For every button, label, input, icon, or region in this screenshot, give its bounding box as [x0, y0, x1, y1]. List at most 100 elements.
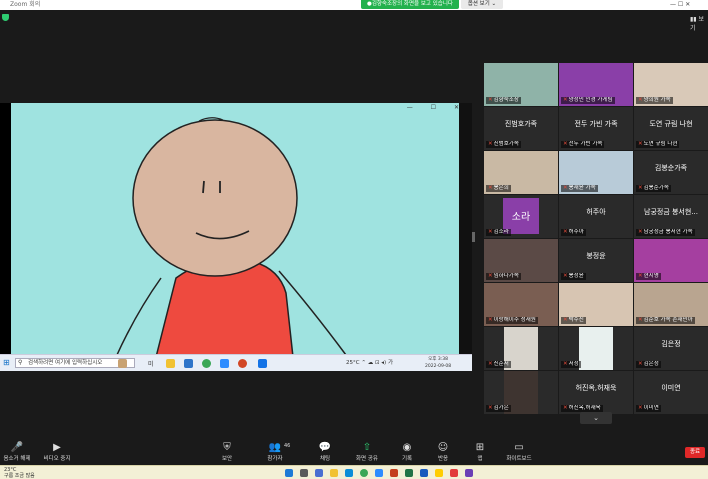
zoom-icon[interactable] — [375, 469, 383, 477]
chat-button[interactable]: 💬 채팅 — [308, 442, 342, 462]
mic-off-icon: ✕ — [638, 141, 643, 147]
chrome-icon[interactable] — [360, 469, 368, 477]
window-controls[interactable]: — ☐ ✕ — [670, 0, 690, 10]
search-icon: ⚲ — [18, 359, 23, 366]
participant-tile[interactable]: ✕양희원 가족 — [634, 63, 708, 106]
app-icon[interactable] — [465, 469, 473, 477]
mic-off-icon: ✕ — [488, 185, 493, 191]
mic-off-icon: ✕ — [488, 361, 493, 367]
mic-off-icon: ✕ — [488, 229, 493, 235]
media-icon[interactable] — [450, 469, 458, 477]
record-icon: ◉ — [402, 442, 412, 453]
mic-off-icon: ✕ — [563, 361, 568, 367]
cartoon-figure — [115, 117, 347, 357]
reactions-icon: ☺ — [437, 442, 449, 453]
edge-icon[interactable] — [345, 469, 353, 477]
participant-tile[interactable]: ✕임하나가족 — [484, 239, 558, 282]
mic-off-icon: ✕ — [563, 405, 568, 411]
explorer-icon[interactable] — [330, 469, 338, 477]
mic-off-icon: ✕ — [563, 273, 568, 279]
participant-tile[interactable]: 허진옥,허재욱 ✕허진옥,허재욱 — [559, 371, 633, 414]
zoom-icon — [220, 359, 229, 368]
share-screen-icon: ⇧ — [362, 442, 372, 453]
mic-off-icon: ✕ — [638, 361, 643, 367]
participant-tile[interactable]: ✕봉재윤 가족 — [559, 151, 633, 194]
participant-tile[interactable]: 소라 ✕김소라 — [484, 195, 558, 238]
participant-tile[interactable]: 전두 가빈 가족 ✕전두 가빈 가족 — [559, 107, 633, 150]
participant-tile[interactable]: ✕박수진 — [559, 283, 633, 326]
title-bar: Zoom 회의 ●김향숙조장의 화면을 보고 있습니다 옵션 보기 ⌄ — ☐ … — [0, 0, 708, 10]
excel-icon[interactable] — [405, 469, 413, 477]
start-icon[interactable] — [285, 469, 293, 477]
taskbar-text: 미 — [148, 361, 154, 368]
chrome-icon — [202, 359, 211, 368]
mic-off-icon: ✕ — [638, 229, 643, 235]
panel-splitter[interactable] — [472, 232, 475, 242]
participant-tile[interactable]: ✕양정민 인경 가게팀 — [559, 63, 633, 106]
view-options-button[interactable]: 옵션 보기 ⌄ — [461, 0, 503, 9]
participant-tile[interactable]: 봉정윤 ✕봉정윤 — [559, 239, 633, 282]
weather-widget[interactable]: 23°C 구름 조금 많음 — [4, 467, 35, 479]
security-shield-icon[interactable] — [2, 14, 9, 21]
meeting-toolbar: 🎤 음소거 해제 ▶ 비디오 중지 ⛨ 보안 👥 참가자 46 💬 채팅 ⇧ 화면 공유 ◉… — [0, 438, 708, 465]
participant-tile[interactable]: ✕서정 — [559, 327, 633, 370]
search-icon[interactable] — [300, 469, 308, 477]
mic-off-icon: ✕ — [638, 273, 643, 279]
windows-start-icon: ⊞ — [3, 358, 10, 367]
shield-icon: ⛨ — [223, 442, 231, 453]
zoom-window: Zoom 회의 ●김향숙조장의 화면을 보고 있습니다 옵션 보기 ⌄ — ☐ … — [0, 0, 708, 479]
participant-tile[interactable]: ✕김준호 가족 손재민아 — [634, 283, 708, 326]
mic-off-icon: 🎤 — [10, 442, 24, 453]
share-banner[interactable]: ●김향숙조장의 화면을 보고 있습니다 — [361, 0, 459, 9]
participant-tile[interactable]: 허주아 ✕허주아 — [559, 195, 633, 238]
folder-icon — [166, 359, 175, 368]
mic-off-icon: ✕ — [488, 273, 493, 279]
shared-screen-right-bar — [459, 103, 472, 371]
security-button[interactable]: ⛨ 보안 — [210, 442, 244, 462]
media-icon — [258, 359, 267, 368]
participant-tile[interactable]: 진범호가족 ✕진범호가족 — [484, 107, 558, 150]
video-icon: ▶ — [53, 442, 61, 453]
view-icon[interactable]: ▮▮ 보기 — [690, 14, 708, 32]
task-view-icon[interactable] — [315, 469, 323, 477]
participant-tile[interactable]: ✕현지영 — [634, 239, 708, 282]
shared-screen: — ☐ ✕ — [0, 103, 472, 371]
mic-off-icon: ✕ — [563, 141, 568, 147]
whiteboard-icon: ▭ — [514, 442, 524, 453]
gallery-page-down-button[interactable]: ⌄ — [580, 412, 612, 424]
mic-off-icon: ✕ — [563, 229, 568, 235]
powerpoint-icon — [238, 359, 247, 368]
participant-tile[interactable]: ✕이랑해이주 성재원 — [484, 283, 558, 326]
participant-tile[interactable]: ✕김가은 — [484, 371, 558, 414]
shared-screen-left-bar — [0, 103, 11, 371]
mic-off-icon: ✕ — [488, 317, 493, 323]
apps-button[interactable]: ⊞ 앱 — [463, 442, 497, 462]
reactions-button[interactable]: ☺ 반응 — [426, 442, 460, 462]
whiteboard-button[interactable]: ▭ 화이트보드 — [502, 442, 536, 462]
mic-off-icon: ✕ — [638, 185, 643, 191]
mic-off-icon: ✕ — [488, 97, 493, 103]
record-button[interactable]: ◉ 기록 — [390, 442, 424, 462]
participant-tile[interactable]: 도연 규림 나현 ✕도연 규림 나현 — [634, 107, 708, 150]
participant-tile[interactable]: ✕김향숙조장 — [484, 63, 558, 106]
mic-off-icon: ✕ — [563, 185, 568, 191]
participant-tile[interactable]: 김봉순가족 ✕김봉순가족 — [634, 151, 708, 194]
shared-taskbar: ⊞ 검색하려면 여기에 입력하십시오 ⚲ 미 25°C ⌃ ☁ ⊡ ◂) 가 오… — [0, 354, 472, 371]
stop-video-button[interactable]: ▶ 비디오 중지 — [40, 442, 74, 462]
kakao-icon[interactable] — [435, 469, 443, 477]
unmute-button[interactable]: 🎤 음소거 해제 — [0, 442, 34, 462]
participant-tile[interactable]: 이미연 ✕이미연 — [634, 371, 708, 414]
participant-tile[interactable]: 김은정 ✕김은정 — [634, 327, 708, 370]
participant-tile[interactable]: ✕봉은희 — [484, 151, 558, 194]
share-screen-button[interactable]: ⇧ 화면 공유 — [350, 442, 384, 462]
word-icon[interactable] — [420, 469, 428, 477]
participant-tile[interactable]: ✕신준서 — [484, 327, 558, 370]
mic-off-icon: ✕ — [563, 317, 568, 323]
end-meeting-button[interactable]: 종료 — [685, 447, 705, 458]
participant-tile[interactable]: 남궁정금 봉서현... ✕남궁정금 봉서현 가족 — [634, 195, 708, 238]
apps-icon: ⊞ — [475, 442, 485, 453]
powerpoint-icon[interactable] — [390, 469, 398, 477]
app-icon — [184, 359, 193, 368]
mic-off-icon: ✕ — [488, 141, 493, 147]
mic-off-icon: ✕ — [638, 317, 643, 323]
